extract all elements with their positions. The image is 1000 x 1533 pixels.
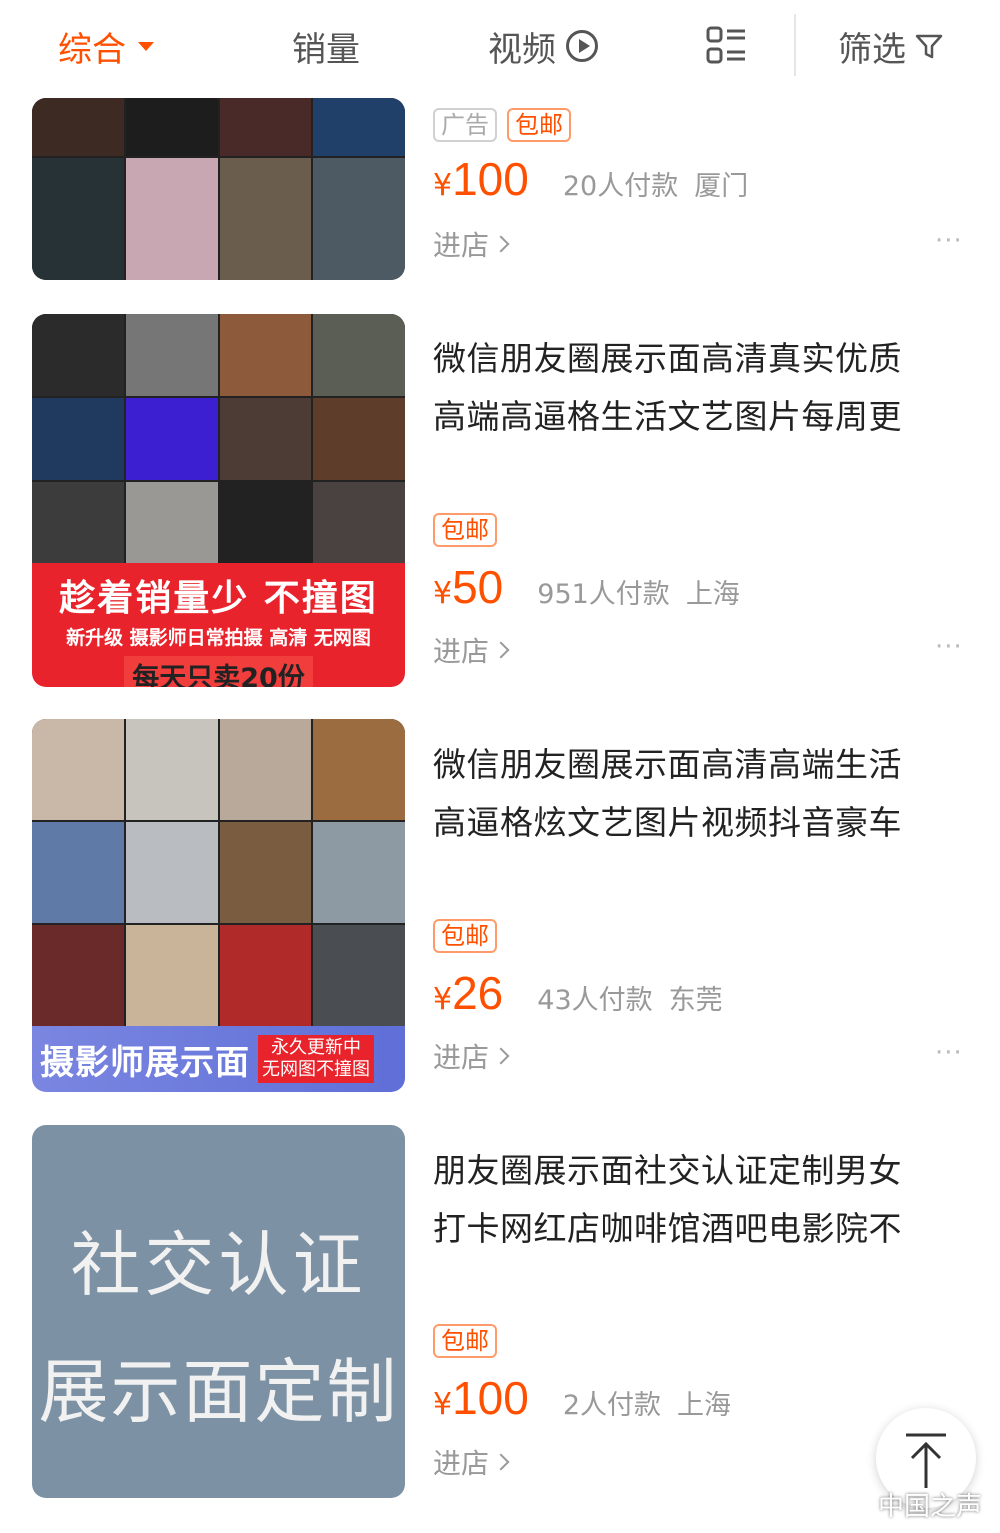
- product-title-line2[interactable]: 打卡网红店咖啡馆酒吧电影院不: [433, 1200, 973, 1258]
- price-line: ¥ 50 951人付款 上海: [433, 560, 740, 614]
- promo-banner-side2: 无网图不撞图: [262, 1059, 370, 1080]
- location: 上海: [685, 579, 740, 610]
- chevron-right-icon: [492, 641, 510, 659]
- location: 上海: [677, 1390, 732, 1421]
- enter-shop-label: 进店: [433, 229, 490, 262]
- promo-banner-side: 永久更新中 无网图不撞图: [258, 1035, 374, 1083]
- product-tags: 包邮: [433, 919, 497, 953]
- thumbnail-text-line1: 社交认证: [70, 1224, 367, 1306]
- weibo-icon: [838, 1492, 872, 1517]
- free-shipping-tag: 包邮: [433, 513, 497, 547]
- product-tags: 广告 包邮: [433, 108, 571, 142]
- currency-symbol: ¥: [433, 576, 453, 611]
- product-tags: 包邮: [433, 1324, 497, 1358]
- sales-count: 2人付款: [562, 1390, 662, 1421]
- tab-video-label: 视频: [488, 29, 556, 70]
- sales-count: 951人付款: [537, 579, 670, 610]
- tab-comprehensive[interactable]: 综合: [58, 20, 154, 72]
- enter-shop-link[interactable]: 进店: [433, 630, 510, 670]
- product-title-line1[interactable]: 微信朋友圈展示面高清真实优质: [433, 330, 973, 388]
- promo-banner-side1: 永久更新中: [271, 1037, 361, 1058]
- chevron-right-icon: [492, 235, 510, 253]
- currency-symbol: ¥: [433, 168, 453, 203]
- tab-filter[interactable]: 筛选: [838, 20, 944, 72]
- currency-symbol: ¥: [433, 982, 453, 1017]
- free-shipping-tag: 包邮: [433, 1324, 497, 1358]
- enter-shop-link[interactable]: 进店: [433, 1036, 510, 1076]
- product-thumbnail[interactable]: 社交认证 展示面定制: [32, 1125, 405, 1498]
- promo-banner-line1: 趁着销量少 不撞图: [59, 578, 378, 619]
- tab-sales-label: 销量: [292, 29, 360, 70]
- layout-toggle-icon: [706, 26, 745, 64]
- product-thumbnail[interactable]: [32, 98, 405, 280]
- enter-shop-label: 进店: [433, 1447, 490, 1480]
- promo-banner-line2: 新升级 摄影师日常拍摄 高清 无网图: [66, 627, 371, 649]
- watermark-text: 中国之声: [878, 1492, 983, 1522]
- sales-count: 20人付款: [562, 171, 679, 202]
- enter-shop-link[interactable]: 进店: [433, 1442, 510, 1482]
- promo-banner: 趁着销量少 不撞图 新升级 摄影师日常拍摄 高清 无网图 每天只卖20份: [32, 563, 405, 687]
- currency-symbol: ¥: [433, 1387, 453, 1422]
- play-circle-icon: [566, 30, 598, 62]
- location: 厦门: [694, 171, 749, 202]
- tab-video[interactable]: 视频: [488, 20, 598, 72]
- caret-down-icon: [138, 41, 154, 51]
- product-thumbnail[interactable]: 趁着销量少 不撞图 新升级 摄影师日常拍摄 高清 无网图 每天只卖20份: [32, 314, 405, 687]
- sales-count: 43人付款: [537, 985, 653, 1016]
- ad-tag: 广告: [433, 108, 497, 142]
- enter-shop-link[interactable]: 进店: [433, 224, 510, 264]
- product-tags: 包邮: [433, 513, 497, 547]
- enter-shop-label: 进店: [433, 635, 490, 668]
- more-options-button[interactable]: ···: [935, 1038, 963, 1068]
- location: 东莞: [668, 985, 723, 1016]
- tab-filter-label: 筛选: [838, 29, 906, 70]
- price: 26: [452, 967, 504, 1019]
- thumbnail-text-line2: 展示面定制: [38, 1351, 399, 1433]
- product-title-line2[interactable]: 高端高逼格生活文艺图片每周更: [433, 388, 973, 446]
- product-thumbnail[interactable]: 摄影师展示面 永久更新中 无网图不撞图: [32, 719, 405, 1092]
- promo-banner-main: 摄影师展示面: [40, 1042, 250, 1083]
- product-title-line1[interactable]: 朋友圈展示面社交认证定制男女: [433, 1142, 973, 1200]
- enter-shop-label: 进店: [433, 1041, 490, 1074]
- promo-banner-line3: 每天只卖20份: [124, 656, 313, 687]
- promo-banner: 摄影师展示面 永久更新中 无网图不撞图: [32, 1026, 405, 1092]
- free-shipping-tag: 包邮: [433, 919, 497, 953]
- price: 100: [452, 153, 529, 205]
- layout-toggle-button[interactable]: [705, 20, 747, 72]
- price: 50: [452, 561, 504, 613]
- product-title-line1[interactable]: 微信朋友圈展示面高清高端生活: [433, 736, 973, 794]
- price-line: ¥ 100 2人付款 上海: [433, 1371, 731, 1425]
- price-line: ¥ 26 43人付款 东莞: [433, 966, 723, 1020]
- tab-divider: [794, 14, 796, 76]
- filter-funnel-icon: [915, 34, 943, 59]
- source-watermark: 中国之声: [838, 1486, 982, 1523]
- chevron-right-icon: [492, 1047, 510, 1065]
- product-title-line2[interactable]: 高逼格炫文艺图片视频抖音豪车: [433, 794, 973, 852]
- price: 100: [452, 1372, 529, 1424]
- tab-sales[interactable]: 销量: [292, 20, 360, 72]
- more-options-button[interactable]: ···: [935, 226, 963, 256]
- chevron-right-icon: [492, 1453, 510, 1471]
- tab-comprehensive-label: 综合: [58, 29, 126, 70]
- more-options-button[interactable]: ···: [935, 632, 963, 662]
- free-shipping-tag: 包邮: [507, 108, 571, 142]
- price-line: ¥ 100 20人付款 厦门: [433, 152, 748, 206]
- sort-filter-bar: 综合 销量 视频 筛选: [0, 0, 1000, 92]
